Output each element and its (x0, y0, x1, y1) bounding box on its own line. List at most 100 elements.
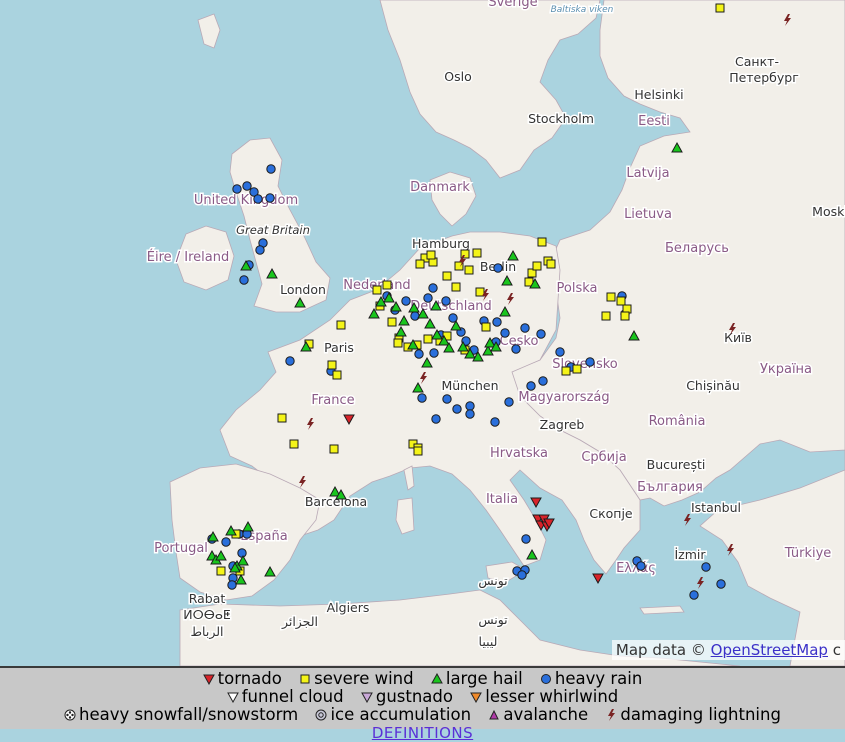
heavy-rain-marker[interactable] (536, 329, 546, 339)
heavy-rain-marker[interactable] (441, 296, 451, 306)
heavy-rain-marker[interactable] (511, 344, 521, 354)
definitions-link[interactable]: DEFINITIONS (372, 724, 473, 742)
heavy-rain-marker[interactable] (585, 357, 595, 367)
severe-wind-marker[interactable] (620, 311, 630, 321)
heavy-rain-marker[interactable] (493, 263, 503, 273)
severe-wind-marker[interactable] (616, 296, 626, 306)
large-hail-icon (431, 672, 443, 684)
heavy-rain-marker[interactable] (285, 356, 295, 366)
heavy-rain-marker[interactable] (636, 561, 646, 571)
severe-wind-marker[interactable] (546, 259, 556, 269)
severe-wind-marker[interactable] (426, 250, 436, 260)
heavy-rain-marker[interactable] (490, 417, 500, 427)
severe-wind-marker[interactable] (572, 364, 582, 374)
heavy-rain-marker[interactable] (417, 393, 427, 403)
legend-panel: tornado severe wind large hail heavy rai… (0, 666, 845, 742)
tornado-icon (202, 674, 215, 686)
severe-wind-marker[interactable] (561, 366, 571, 376)
heavy-rain-marker[interactable] (431, 414, 441, 424)
severe-wind-marker[interactable] (289, 439, 299, 449)
heavy-rain-marker[interactable] (504, 397, 514, 407)
severe-wind-marker[interactable] (332, 370, 342, 380)
severe-wind-marker[interactable] (277, 413, 287, 423)
heavy-rain-marker[interactable] (465, 401, 475, 411)
legend-item-gustnado: gustnado (360, 688, 453, 706)
place-label: ليبيا (479, 634, 498, 649)
place-label: Sverige (488, 0, 537, 10)
heavy-rain-marker[interactable] (429, 348, 439, 358)
place-label: Oslo (444, 69, 471, 84)
severe-wind-marker[interactable] (601, 311, 611, 321)
heavy-rain-marker[interactable] (452, 404, 462, 414)
heavy-rain-marker[interactable] (253, 194, 263, 204)
severe-wind-marker[interactable] (327, 360, 337, 370)
heavy-rain-marker[interactable] (414, 349, 424, 359)
heavy-rain-marker[interactable] (500, 328, 510, 338)
openstreetmap-link[interactable]: OpenStreetMap (711, 641, 828, 659)
severe-wind-marker[interactable] (532, 261, 542, 271)
heavy-rain-marker[interactable] (689, 590, 699, 600)
map-attribution: Map data © OpenStreetMap c (611, 640, 845, 660)
severe-wind-marker[interactable] (472, 248, 482, 258)
legend-item-ice-accumulation: ice accumulation (315, 706, 471, 724)
severe-wind-marker[interactable] (329, 444, 339, 454)
heavy-rain-marker[interactable] (232, 184, 242, 194)
heavy-rain-marker[interactable] (716, 579, 726, 589)
map-view[interactable]: Sverige Oslo Stockholm Helsinki Санкт- Петерб… (0, 0, 845, 666)
heavy-rain-marker[interactable] (227, 580, 237, 590)
heavy-rain-marker[interactable] (255, 245, 265, 255)
severe-wind-marker[interactable] (387, 317, 397, 327)
place-label: Danmark (410, 180, 470, 195)
heavy-rain-marker[interactable] (555, 347, 565, 357)
heavy-rain-marker[interactable] (221, 537, 231, 547)
place-label: Latvija (626, 166, 669, 181)
severe-wind-marker[interactable] (715, 3, 725, 13)
heavy-rain-marker[interactable] (701, 562, 711, 572)
severe-wind-marker[interactable] (216, 566, 226, 576)
severe-wind-marker[interactable] (423, 334, 433, 344)
severe-wind-marker[interactable] (442, 271, 452, 281)
heavy-rain-marker[interactable] (526, 381, 536, 391)
severe-wind-marker[interactable] (372, 285, 382, 295)
heavy-rain-marker[interactable] (521, 534, 531, 544)
place-label: Zagreb (540, 417, 585, 432)
map-canvas[interactable]: Sverige Oslo Stockholm Helsinki Санкт-Петерб… (0, 0, 845, 666)
heavy-rain-marker[interactable] (237, 548, 247, 558)
heavy-rain-marker[interactable] (465, 409, 475, 419)
ice-accumulation-icon (315, 709, 327, 721)
place-label: Algiers (327, 600, 370, 615)
heavy-rain-marker[interactable] (492, 317, 502, 327)
severe-wind-marker[interactable] (415, 259, 425, 269)
severe-wind-marker[interactable] (464, 265, 474, 275)
place-label: Беларусь (665, 241, 729, 256)
heavy-rain-marker[interactable] (239, 275, 249, 285)
severe-wind-marker[interactable] (413, 446, 423, 456)
severe-wind-marker[interactable] (481, 322, 491, 332)
place-label: United Kingdom (194, 193, 298, 208)
severe-wind-marker[interactable] (451, 282, 461, 292)
heavy-rain-marker[interactable] (428, 283, 438, 293)
heavy-rain-marker[interactable] (423, 293, 433, 303)
place-label: Eesti (638, 114, 670, 129)
heavy-rain-marker[interactable] (517, 570, 527, 580)
place-label: الرباط (190, 624, 223, 640)
heavy-rain-marker[interactable] (265, 193, 275, 203)
heavy-rain-marker[interactable] (410, 311, 420, 321)
severe-wind-marker[interactable] (336, 320, 346, 330)
heavy-rain-marker[interactable] (401, 296, 411, 306)
heavy-rain-icon (540, 674, 551, 684)
heavy-rain-marker[interactable] (520, 323, 530, 333)
heavy-rain-marker[interactable] (538, 376, 548, 386)
place-label: Italia (486, 492, 518, 507)
place-label: Chișinău (686, 378, 740, 393)
place-label: Helsinki (634, 87, 683, 102)
severe-wind-marker[interactable] (382, 280, 392, 290)
attribution-suffix: c (832, 641, 841, 659)
heavy-rain-marker[interactable] (266, 164, 276, 174)
severe-wind-marker[interactable] (606, 292, 616, 302)
heavy-rain-marker[interactable] (242, 181, 252, 191)
severe-wind-marker[interactable] (537, 237, 547, 247)
severe-wind-marker[interactable] (393, 338, 403, 348)
place-label: France (311, 393, 354, 408)
heavy-rain-marker[interactable] (442, 394, 452, 404)
